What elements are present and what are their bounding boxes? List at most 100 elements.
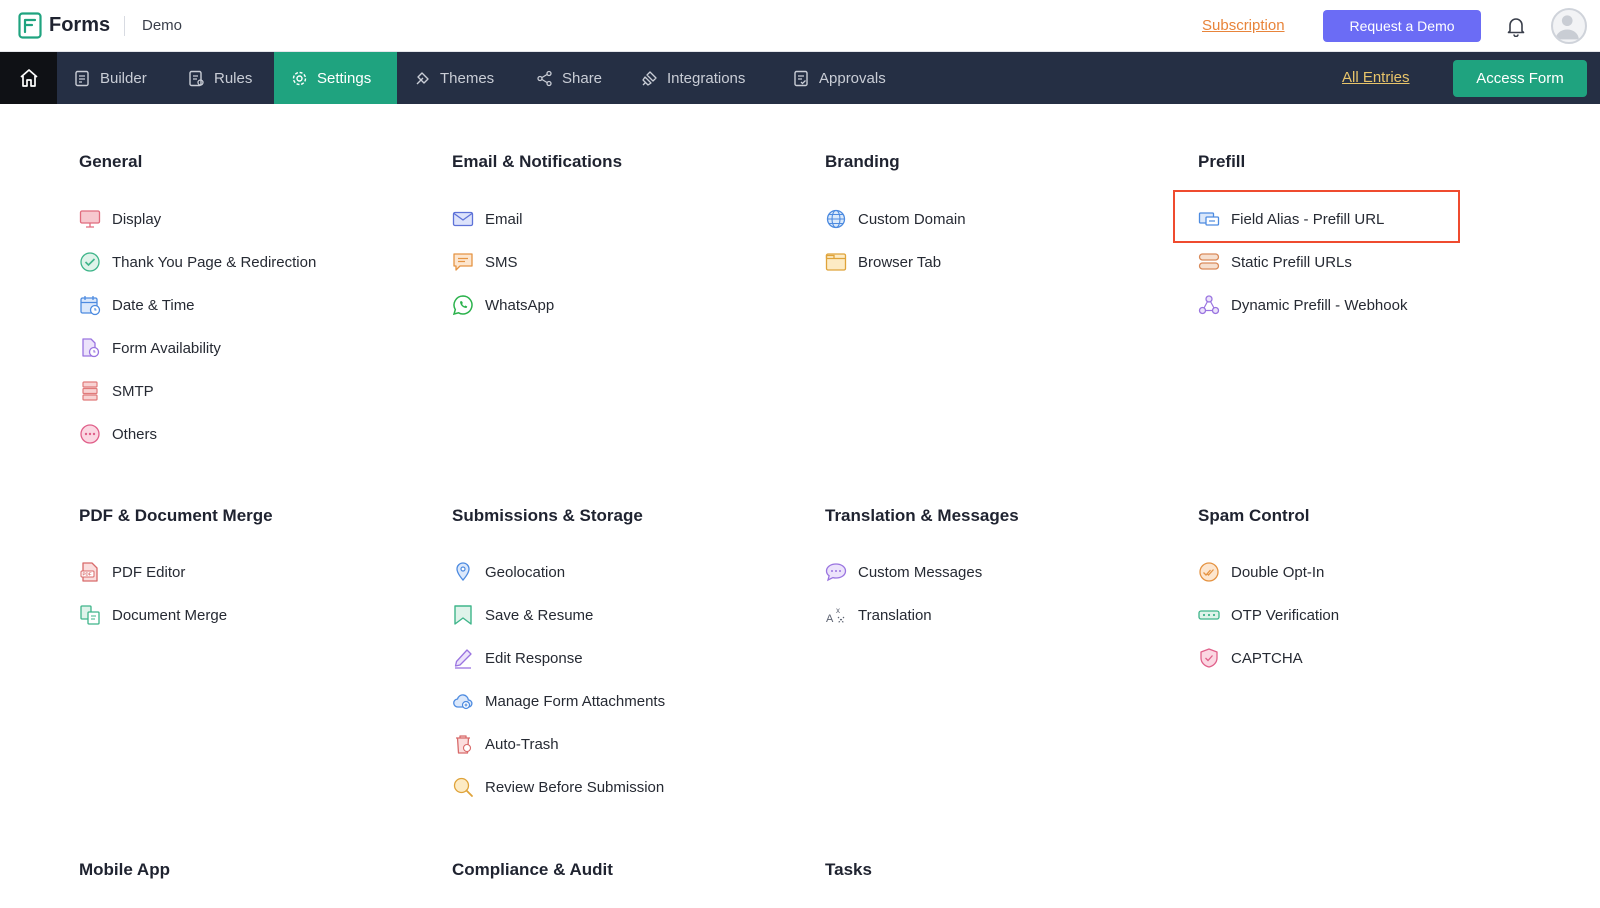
otp-code-icon [1198,610,1220,620]
section-title: Branding [825,152,900,171]
avatar[interactable] [1551,8,1587,44]
bell-icon[interactable] [1505,15,1527,37]
setting-label: Review Before Submission [485,778,665,796]
setting-sms[interactable]: SMS [452,250,518,274]
home-button[interactable] [0,52,57,104]
setting-document-merge[interactable]: Document Merge [79,603,227,627]
tab-approvals[interactable]: Approvals [793,52,886,104]
setting-thank-you-page[interactable]: Thank You Page & Redirection [79,250,316,274]
svg-text:A: A [826,613,834,625]
setting-smtp[interactable]: SMTP [79,379,154,403]
location-pin-icon [456,562,470,581]
tab-rules[interactable]: Rules [188,52,252,104]
setting-pdf-editor[interactable]: PDF PDF Editor [79,560,185,584]
section-translation-messages: Translation & Messages Custom Messages A… [825,506,1185,626]
forms-logo-icon [18,12,42,39]
setting-auto-trash[interactable]: Auto-Trash [452,732,559,756]
setting-label: Double Opt-In [1231,563,1325,581]
section-title: Mobile App [79,860,170,879]
setting-label: SMS [485,253,518,271]
setting-review-before-submission[interactable]: Review Before Submission [452,775,664,799]
tab-integrations[interactable]: Integrations [641,52,745,104]
setting-form-availability[interactable]: Form Availability [79,336,221,360]
setting-dynamic-prefill-webhook[interactable]: Dynamic Prefill - Webhook [1198,293,1407,317]
section-prefill: Prefill Field Alias - Prefill URL Static… [1198,152,1558,352]
setting-manage-form-attachments[interactable]: Manage Form Attachments [452,689,665,713]
setting-edit-response[interactable]: Edit Response [452,646,583,670]
document-merge-icon [80,605,100,625]
setting-label: PDF Editor [112,563,186,581]
gear-icon [292,71,307,85]
sms-bubble-icon [453,253,473,271]
check-circle-icon [80,252,100,272]
whatsapp-icon [452,295,473,316]
more-dots-icon [80,424,100,444]
section-title: Submissions & Storage [452,506,643,525]
app-name: Forms [49,14,111,36]
section-pdf-document-merge: PDF & Document Merge PDF PDF Editor Docu… [79,506,439,626]
setting-label: SMTP [112,382,154,400]
setting-label: Static Prefill URLs [1231,253,1352,271]
setting-otp-verification[interactable]: OTP Verification [1198,603,1339,627]
setting-field-alias-prefill-url[interactable]: Field Alias - Prefill URL [1198,207,1384,231]
calendar-clock-icon [80,296,101,316]
all-entries-link[interactable]: All Entries [1342,69,1410,86]
display-monitor-icon [79,210,101,228]
svg-text:PDF: PDF [83,572,92,577]
section-title: Email & Notifications [452,152,623,171]
setting-custom-messages[interactable]: Custom Messages [825,560,982,584]
setting-double-opt-in[interactable]: Double Opt-In [1198,560,1324,584]
setting-translation[interactable]: Ax Translation [825,603,932,627]
user-avatar-icon [1555,15,1579,40]
setting-save-resume[interactable]: Save & Resume [452,603,593,627]
tab-settings-label: Settings [317,69,372,87]
subscription-link[interactable]: Subscription [1202,17,1285,34]
setting-label: Custom Messages [858,563,983,581]
translation-icon: Ax [826,606,845,625]
setting-label: Display [112,210,162,228]
tab-builder[interactable]: Builder [74,52,147,104]
tab-themes[interactable]: Themes [414,52,494,104]
nav-bar: Builder Rules Settings Themes Share Inte… [0,52,1600,104]
form-availability-icon [82,338,100,358]
setting-whatsapp[interactable]: WhatsApp [452,293,554,317]
tab-themes-label: Themes [440,69,495,87]
setting-label: CAPTCHA [1231,649,1303,667]
setting-label: Browser Tab [858,253,942,271]
setting-label: Thank You Page & Redirection [112,253,317,271]
section-compliance-audit: Compliance & Audit [452,860,812,890]
approvals-icon [794,70,808,86]
setting-label: Auto-Trash [485,735,559,753]
setting-others[interactable]: Others [79,422,157,446]
setting-browser-tab[interactable]: Browser Tab [825,250,941,274]
setting-static-prefill-urls[interactable]: Static Prefill URLs [1198,250,1352,274]
integrations-icon [642,70,657,86]
field-alias-icon [1198,212,1220,226]
setting-email[interactable]: Email [452,207,523,231]
section-title: Prefill [1198,152,1246,171]
setting-label: Translation [858,606,932,624]
envelope-icon [452,211,474,227]
access-form-button[interactable]: Access Form [1453,60,1587,97]
setting-date-time[interactable]: Date & Time [79,293,195,317]
tab-share[interactable]: Share [536,52,602,104]
setting-captcha[interactable]: CAPTCHA [1198,646,1303,670]
setting-label: Geolocation [485,563,566,581]
themes-icon [416,71,429,84]
share-icon [537,70,552,86]
setting-label: Dynamic Prefill - Webhook [1231,296,1408,314]
setting-label: Email [485,210,523,228]
setting-display[interactable]: Display [79,207,161,231]
section-title: Translation & Messages [825,506,1019,525]
trash-icon [456,735,472,754]
form-name[interactable]: Demo [142,17,182,34]
title-divider [124,16,125,36]
tab-integrations-label: Integrations [667,69,746,87]
cloud-attachment-icon [453,694,473,710]
section-title: PDF & Document Merge [79,506,273,525]
setting-custom-domain[interactable]: Custom Domain [825,207,966,231]
section-branding: Branding Custom Domain Browser Tab [825,152,1185,302]
request-demo-button[interactable]: Request a Demo [1323,10,1481,42]
setting-geolocation[interactable]: Geolocation [452,560,565,584]
tab-settings[interactable]: Settings [274,52,397,104]
